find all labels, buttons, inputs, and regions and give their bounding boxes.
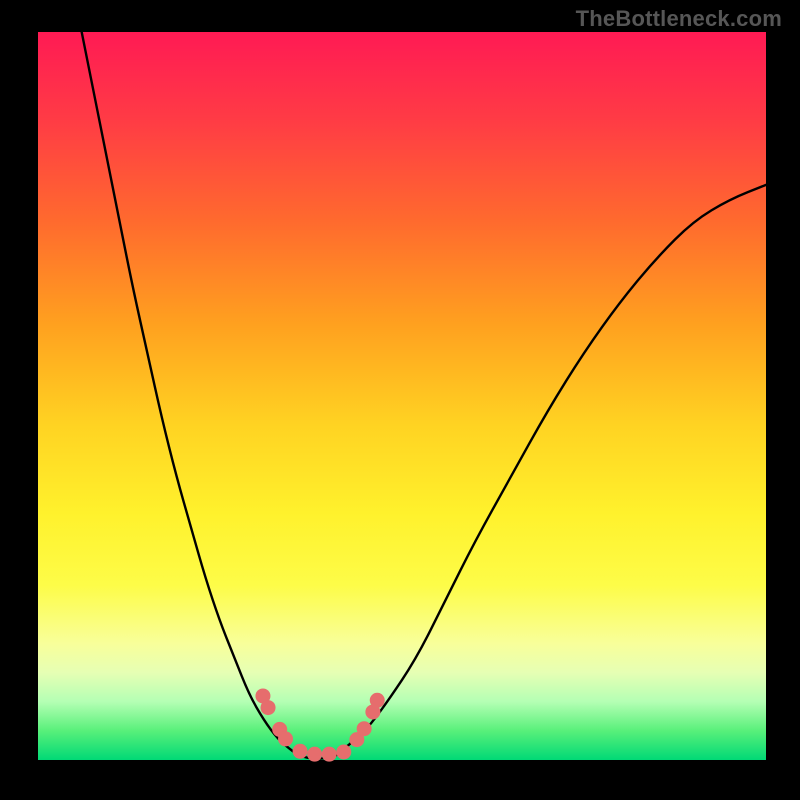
dip-marker (357, 721, 372, 736)
watermark-text: TheBottleneck.com (576, 6, 782, 32)
dip-marker (261, 700, 276, 715)
dip-marker (322, 747, 337, 762)
dip-marker (336, 744, 351, 759)
dip-marker (278, 731, 293, 746)
marker-layer (255, 688, 384, 761)
dip-marker (293, 744, 308, 759)
plot-area (38, 32, 766, 760)
bottleneck-curve (74, 0, 766, 759)
dip-marker (307, 747, 322, 762)
curve-layer (74, 0, 766, 759)
dip-marker (370, 693, 385, 708)
chart-frame: TheBottleneck.com (0, 0, 800, 800)
chart-svg (38, 32, 766, 760)
